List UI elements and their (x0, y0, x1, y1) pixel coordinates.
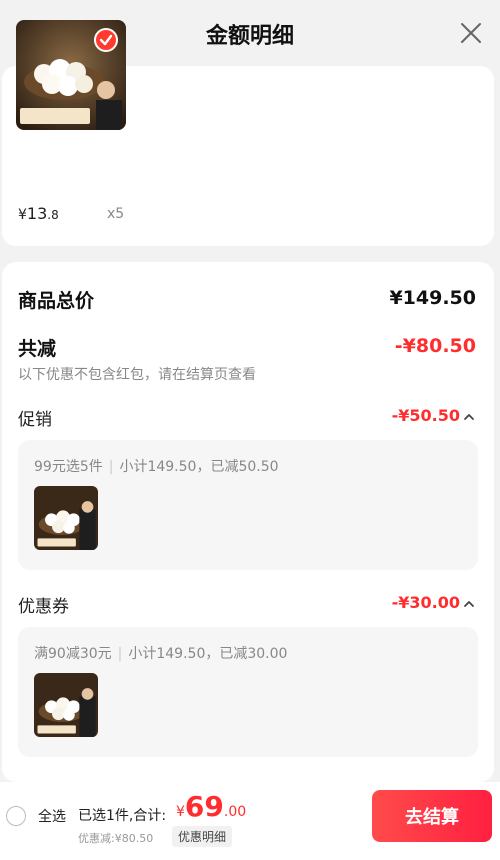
promo-detail-text: 99元选5件 | 小计149.50，已减50.50 (34, 459, 279, 475)
bun-image (34, 673, 98, 737)
product-quantity: x5 (107, 206, 125, 222)
close-icon (461, 23, 481, 43)
price-symbol: ¥ (18, 207, 27, 223)
coupon-detail-box: 满90减30元 | 小计149.50，已减30.00 (18, 627, 478, 757)
coupon-amount: -¥30.00 (391, 593, 460, 612)
total-symbol: ¥ (176, 804, 185, 820)
total-amount: ¥149.50 (389, 287, 476, 309)
price-int: 13 (26, 204, 48, 223)
promo-label: 促销 (18, 410, 52, 430)
coupon-rule: 满90减30元 (34, 646, 112, 662)
coupon-product-image[interactable] (34, 673, 98, 737)
promo-collapse-toggle[interactable] (462, 410, 476, 424)
total-label: 商品总价 (18, 290, 95, 312)
select-all-radio[interactable] (6, 806, 26, 826)
product-price: ¥13.8 (18, 204, 59, 223)
price-decimal: .8 (47, 208, 59, 222)
coupon-label: 优惠券 (18, 597, 69, 617)
promo-amount: -¥50.50 (391, 406, 460, 425)
select-all-label[interactable]: 全选 (38, 806, 66, 826)
selected-check[interactable] (94, 28, 118, 52)
close-button[interactable] (456, 18, 486, 48)
total-decimal: .00 (223, 804, 247, 820)
chevron-up-icon (464, 601, 474, 607)
coupon-summary: 小计149.50，已减30.00 (128, 646, 288, 662)
checkout-button[interactable]: 去结算 (372, 790, 492, 842)
coupon-collapse-toggle[interactable] (462, 597, 476, 611)
chevron-up-icon (464, 414, 474, 420)
total-int: 69 (184, 790, 224, 823)
reduce-amount: -¥80.50 (394, 335, 476, 357)
promo-product-image[interactable] (34, 486, 98, 550)
discount-summary: 优惠减:¥80.50 (78, 832, 154, 845)
bun-image (34, 486, 98, 550)
check-icon (99, 34, 113, 46)
total-price: ¥69.00 (176, 790, 246, 823)
discount-detail-button[interactable]: 优惠明细 (172, 826, 233, 847)
checkout-bar: 全选 已选1件,合计: ¥69.00 优惠减:¥80.50 优惠明细 去结算 (0, 782, 500, 860)
selected-count-text: 已选1件,合计: (78, 808, 167, 824)
promo-rule: 99元选5件 (34, 459, 103, 475)
promo-summary: 小计149.50，已减50.50 (119, 459, 279, 475)
promo-detail-box: 99元选5件 | 小计149.50，已减50.50 (18, 440, 478, 570)
reduce-label: 共减 (18, 338, 57, 360)
coupon-detail-text: 满90减30元 | 小计149.50，已减30.00 (34, 646, 288, 662)
discount-note: 以下优惠不包含红包，请在结算页查看 (18, 367, 256, 383)
